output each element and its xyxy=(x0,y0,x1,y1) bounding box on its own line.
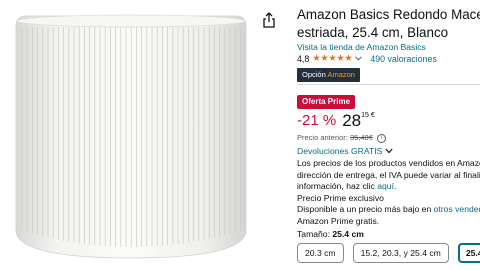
tax-info-link[interactable]: aquí xyxy=(377,181,394,191)
size-label: Tamaño: xyxy=(297,229,330,239)
previous-price: 35,48€ xyxy=(349,133,373,142)
tax-line-2: dirección de entrega, el IVA puede varia… xyxy=(297,169,480,180)
chevron-down-icon[interactable] xyxy=(355,56,363,61)
product-title-line1: Amazon Basics Redondo Macet xyxy=(297,7,480,22)
price-row: -21 % 28 15 € xyxy=(297,110,375,132)
amazon-choice-badge: Opción Amazon xyxy=(297,68,360,82)
availability-prefix: Disponible a un precio más bajo en xyxy=(297,204,432,214)
tax-line-1: Los precios de los productos vendidos en… xyxy=(297,158,480,168)
product-title[interactable]: Amazon Basics Redondo Macet estriada, 25… xyxy=(297,6,480,42)
deal-badge: Oferta Prime xyxy=(297,95,356,109)
previous-price-label: Precio anterior: xyxy=(297,133,348,142)
star-rating-icon[interactable]: ★★★★★ xyxy=(312,53,353,64)
divider xyxy=(297,84,480,85)
product-title-line2: estriada, 25.4 cm, Blanco xyxy=(297,25,449,40)
tax-line-3-suffix: . xyxy=(393,181,397,191)
tax-line-3: información, haz clic aquí. xyxy=(297,181,396,193)
size-option-set[interactable]: 15.2, 20.3, y 25.4 cm xyxy=(352,243,449,263)
choice-brand: Amazon xyxy=(327,70,355,79)
size-option-25cm[interactable]: 25.4 cm xyxy=(457,243,480,263)
prime-exclusive-text: Precio Prime exclusivo xyxy=(297,192,384,203)
rating-value: 4,8 xyxy=(297,53,310,64)
ratings-count-link[interactable]: 490 valoraciones xyxy=(370,54,437,64)
size-selected-value: 25.4 cm xyxy=(332,229,364,239)
size-option-20cm[interactable]: 20.3 cm xyxy=(297,243,344,263)
product-image[interactable] xyxy=(6,12,256,262)
size-options: 20.3 cm 15.2, 20.3, y 25.4 cm 25.4 cm xyxy=(297,243,480,263)
discount-percent: -21 % xyxy=(297,112,337,129)
price-cents: 15 € xyxy=(361,112,375,119)
share-icon[interactable] xyxy=(262,12,276,28)
product-info-panel: Amazon Basics Redondo Macet estriada, 25… xyxy=(297,0,480,270)
info-icon[interactable]: i xyxy=(377,133,386,143)
rating-row: 4,8 ★★★★★ 490 valoraciones xyxy=(297,53,437,64)
chevron-down-icon xyxy=(385,148,393,154)
choice-prefix: Opción xyxy=(302,70,326,79)
availability-line-1: Disponible a un precio más bajo en otros… xyxy=(297,204,480,216)
tax-line-3-prefix: información, haz clic xyxy=(297,181,375,191)
free-returns-label: Devoluciones GRATIS xyxy=(297,146,383,156)
free-returns-link[interactable]: Devoluciones GRATIS xyxy=(297,146,393,156)
store-link[interactable]: Visita la tienda de Amazon Basics xyxy=(297,42,426,52)
product-image-pane xyxy=(0,0,262,270)
other-sellers-link[interactable]: otros vendedore xyxy=(434,204,480,214)
size-label-row: Tamaño: 25.4 cm xyxy=(297,229,364,239)
availability-line-2: Amazon Prime gratis. xyxy=(297,215,380,226)
price-whole: 28 xyxy=(342,111,362,130)
previous-price-row: Precio anterior: 35,48€ i xyxy=(297,133,386,143)
